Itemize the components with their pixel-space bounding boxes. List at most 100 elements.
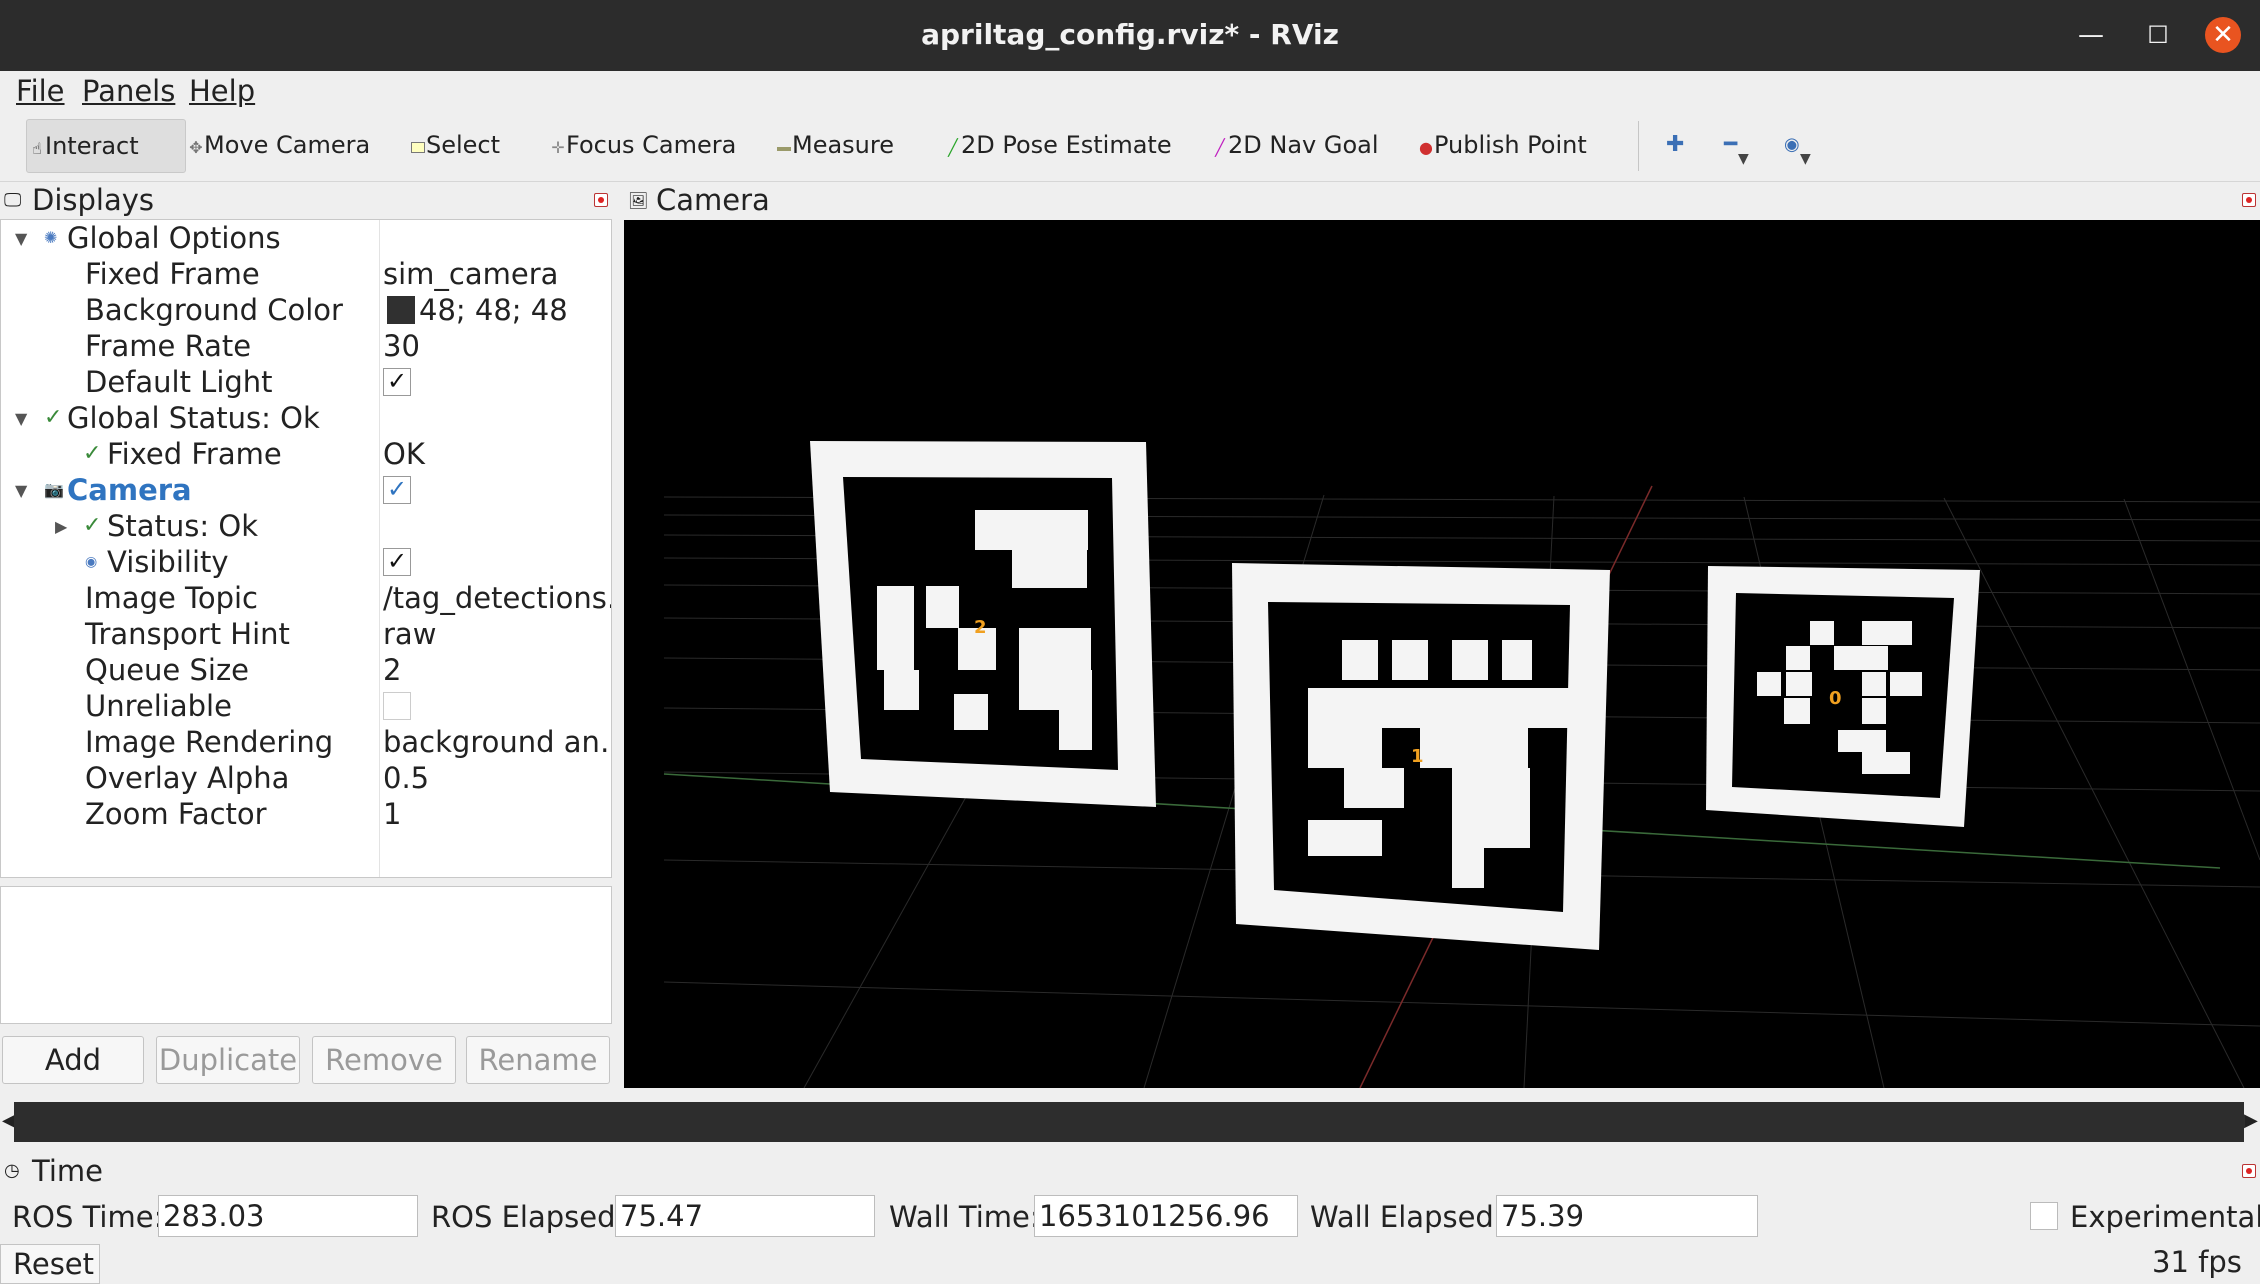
tree-row-default-light[interactable]: Default Light ✓ [1, 364, 611, 400]
minimize-icon[interactable]: — [2073, 17, 2109, 53]
fixed-frame-value[interactable]: sim_camera [383, 256, 558, 292]
tree-row-image-rendering[interactable]: Image Rendering background an… [1, 724, 611, 760]
timeline-bar[interactable] [14, 1102, 2244, 1142]
tree-row-overlay-alpha[interactable]: Overlay Alpha 0.5 [1, 760, 611, 796]
wall-time-field[interactable]: 1653101256.96 [1034, 1195, 1298, 1237]
tree-row-fixed-frame[interactable]: Fixed Frame sim_camera [1, 256, 611, 292]
menu-panels[interactable]: Panels [82, 74, 175, 108]
hand-icon: ☝ [32, 139, 42, 158]
camera-panel-header: 🖼 Camera [624, 182, 2260, 219]
camera-viewport[interactable]: 2 1 0 [624, 220, 2260, 1088]
panel-close-icon[interactable] [2242, 193, 2256, 207]
menu-help[interactable]: Help [189, 74, 255, 108]
tree-row-background-color[interactable]: Background Color 48; 48; 48 [1, 292, 611, 328]
ros-elapsed-field[interactable]: 75.47 [615, 1195, 875, 1237]
collapse-arrow-icon[interactable]: ▼ [15, 473, 27, 509]
collapse-arrow-icon[interactable]: ▼ [15, 401, 27, 437]
tree-row-status-fixed-frame[interactable]: ✓ Fixed Frame OK [1, 436, 611, 472]
visibility-checkbox[interactable]: ✓ [383, 548, 411, 576]
camera-display-label: Camera [67, 473, 192, 507]
camera-icon: 🖼 [628, 191, 649, 210]
rename-button[interactable]: Rename [466, 1036, 610, 1084]
queue-size-value[interactable]: 2 [383, 652, 401, 688]
interact-tool-button[interactable]: ☝ Interact [26, 119, 186, 173]
wall-elapsed-label: Wall Elapsed: [1310, 1200, 1504, 1234]
expand-arrow-icon[interactable]: ▶ [55, 509, 67, 545]
tree-row-queue-size[interactable]: Queue Size 2 [1, 652, 611, 688]
unreliable-checkbox[interactable] [383, 692, 411, 720]
background-color-value[interactable]: 48; 48; 48 [419, 292, 568, 328]
add-button[interactable]: Add [2, 1036, 144, 1084]
displays-panel-header: 🖵 Displays [0, 182, 612, 219]
check-icon: ✓ [44, 405, 63, 430]
displays-tree[interactable]: ▼ ✺ Global Options Fixed Frame sim_camer… [0, 219, 612, 878]
publish-point-tool-button[interactable]: ●Publish Point [1418, 119, 1587, 171]
window-title-bar: apriltag_config.rviz* - RViz — ☐ ✕ [0, 0, 2260, 71]
tree-row-unreliable[interactable]: Unreliable [1, 688, 611, 724]
transport-hint-value[interactable]: raw [383, 616, 436, 652]
pose-estimate-tool-button[interactable]: ╱ 2D Pose Estimate [945, 119, 1171, 171]
remove-tool-icon[interactable]: ━ ▼ [1724, 119, 1749, 171]
default-light-checkbox[interactable]: ✓ [383, 368, 411, 396]
tag-id-label: 0 [1829, 688, 1842, 709]
tree-row-image-topic[interactable]: Image Topic /tag_detections.. [1, 580, 611, 616]
property-description-box [0, 886, 612, 1024]
experimental-checkbox[interactable] [2030, 1202, 2058, 1230]
tree-row-visibility[interactable]: ◉ Visibility ✓ [1, 544, 611, 580]
magenta-arrow-icon: ╱ [1215, 138, 1225, 157]
tree-row-frame-rate[interactable]: Frame Rate 30 [1, 328, 611, 364]
ros-time-label: ROS Time: [12, 1200, 164, 1234]
fps-readout: 31 fps [2152, 1245, 2242, 1279]
eye-icon: ◉ [85, 554, 98, 570]
check-icon: ✓ [83, 513, 102, 538]
tree-row-status-ok[interactable]: ▶ ✓ Status: Ok [1, 508, 611, 544]
color-swatch[interactable] [387, 296, 415, 324]
overlay-alpha-value[interactable]: 0.5 [383, 760, 429, 796]
experimental-label: Experimental [2070, 1200, 2260, 1234]
monitor-icon: 🖵 [4, 190, 22, 211]
tree-row-camera[interactable]: ▼ 📷 Camera ✓ [1, 472, 611, 508]
clock-icon: ◷ [4, 1160, 20, 1181]
panel-close-icon[interactable] [594, 193, 608, 207]
close-icon[interactable]: ✕ [2205, 17, 2241, 53]
duplicate-button[interactable]: Duplicate [156, 1036, 300, 1084]
tool-properties-icon[interactable]: ◉ ▼ [1784, 119, 1811, 171]
apriltag-0 [1706, 566, 1980, 827]
select-tool-button[interactable]: Select [410, 119, 500, 171]
viewport-scene: 2 1 0 [663, 441, 2260, 1088]
maximize-icon[interactable]: ☐ [2140, 17, 2176, 53]
tree-row-zoom-factor[interactable]: Zoom Factor 1 [1, 796, 611, 832]
right-arrow-icon[interactable]: ▶ [2244, 1110, 2258, 1131]
ros-time-field[interactable]: 283.03 [158, 1195, 418, 1237]
menu-bar: File Panels Help [0, 71, 2260, 111]
tree-row-global-status[interactable]: ▼ ✓ Global Status: Ok [1, 400, 611, 436]
menu-file[interactable]: File [16, 74, 65, 108]
map-pin-icon: ● [1419, 138, 1433, 157]
move-camera-tool-button[interactable]: ✥Move Camera [188, 119, 370, 171]
wall-elapsed-field[interactable]: 75.39 [1496, 1195, 1758, 1237]
tool-bar: ☝ Interact ✥Move Camera Select ✛Focus Cam… [0, 111, 2260, 182]
ros-elapsed-label: ROS Elapsed: [431, 1200, 626, 1234]
image-rendering-value[interactable]: background an… [383, 724, 611, 760]
nav-goal-tool-button[interactable]: ╱ 2D Nav Goal [1212, 119, 1378, 171]
measure-tool-button[interactable]: Measure [776, 119, 894, 171]
collapse-arrow-icon[interactable]: ▼ [15, 221, 27, 257]
image-topic-value[interactable]: /tag_detections.. [383, 580, 611, 616]
remove-button[interactable]: Remove [312, 1036, 456, 1084]
tree-row-transport-hint[interactable]: Transport Hint raw [1, 616, 611, 652]
wall-time-label: Wall Time: [889, 1200, 1040, 1234]
window-title: apriltag_config.rviz* - RViz [921, 18, 1339, 51]
zoom-factor-value[interactable]: 1 [383, 796, 401, 832]
tag-id-label: 2 [974, 617, 987, 638]
tree-row-global-options[interactable]: ▼ ✺ Global Options [1, 220, 611, 256]
reset-button[interactable]: Reset [0, 1244, 100, 1284]
time-panel-header: ◷ Time [0, 1152, 2260, 1190]
add-tool-icon[interactable]: ✚ [1666, 119, 1684, 171]
frame-rate-value[interactable]: 30 [383, 328, 420, 364]
camera-panel-title: Camera [656, 183, 770, 217]
timeline-strip: ◀ ▶ [0, 1100, 2260, 1144]
focus-camera-tool-button[interactable]: ✛Focus Camera [550, 119, 736, 171]
panel-close-icon[interactable] [2242, 1164, 2256, 1178]
crosshair-icon: ✛ [551, 138, 565, 157]
camera-enabled-checkbox[interactable]: ✓ [383, 476, 411, 504]
